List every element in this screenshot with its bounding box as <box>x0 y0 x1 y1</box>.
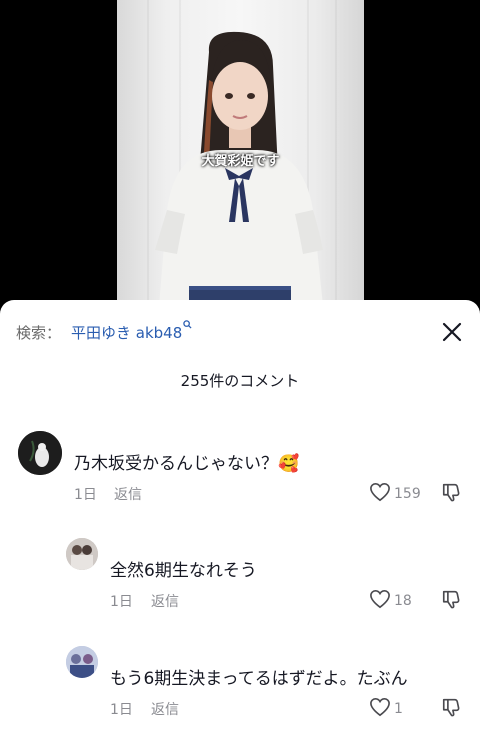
reply-item: もう6期生決まってるはずだよ。たぶん 1日 返信 1 <box>0 644 480 724</box>
reply-button[interactable]: 返信 <box>151 591 179 611</box>
comments-sheet: 検索： 平田ゆき akb48 255件のコメント 乃木坂受かるんじゃない？🥰 1… <box>0 300 480 738</box>
like-button[interactable]: 18 <box>369 589 412 613</box>
comment-text: 全然6期生なれそう <box>110 561 257 581</box>
close-icon[interactable] <box>440 320 464 344</box>
comment-text: 乃木坂受かるんじゃない？🥰 <box>74 454 300 474</box>
avatar[interactable] <box>18 431 62 475</box>
search-prefix: 検索： <box>16 323 62 342</box>
dislike-icon[interactable] <box>441 696 463 722</box>
reply-button[interactable]: 返信 <box>114 484 142 504</box>
comment-text: もう6期生決まってるはずだよ。たぶん <box>110 669 408 689</box>
heart-icon <box>369 482 391 506</box>
reply-button[interactable]: 返信 <box>151 699 179 719</box>
like-button[interactable]: 159 <box>369 482 421 506</box>
like-button[interactable]: 1 <box>369 697 403 721</box>
search-icon <box>183 320 192 332</box>
like-count: 18 <box>394 593 412 609</box>
video-player[interactable]: 大賀彩姫です <box>0 0 480 306</box>
comment-time: 1日 <box>74 487 97 503</box>
comment-count: 255件のコメント <box>180 372 300 390</box>
like-count: 159 <box>394 486 421 502</box>
comment-time: 1日 <box>110 594 133 610</box>
search-query-link[interactable]: 平田ゆき akb48 <box>71 322 182 343</box>
video-caption: 大賀彩姫です <box>201 154 280 169</box>
video-frame: 大賀彩姫です <box>117 0 364 306</box>
dislike-icon[interactable] <box>441 588 463 614</box>
dislike-icon[interactable] <box>441 481 463 507</box>
avatar[interactable] <box>66 646 98 678</box>
avatar[interactable] <box>66 538 98 570</box>
reply-item: 全然6期生なれそう 1日 返信 18 <box>0 536 480 616</box>
comment-item: 乃木坂受かるんじゃない？🥰 1日 返信 159 <box>0 428 480 508</box>
heart-icon <box>369 697 391 721</box>
like-count: 1 <box>394 701 403 717</box>
search-suggestion[interactable]: 検索： 平田ゆき akb48 <box>16 320 192 343</box>
comment-time: 1日 <box>110 702 133 718</box>
heart-icon <box>369 589 391 613</box>
